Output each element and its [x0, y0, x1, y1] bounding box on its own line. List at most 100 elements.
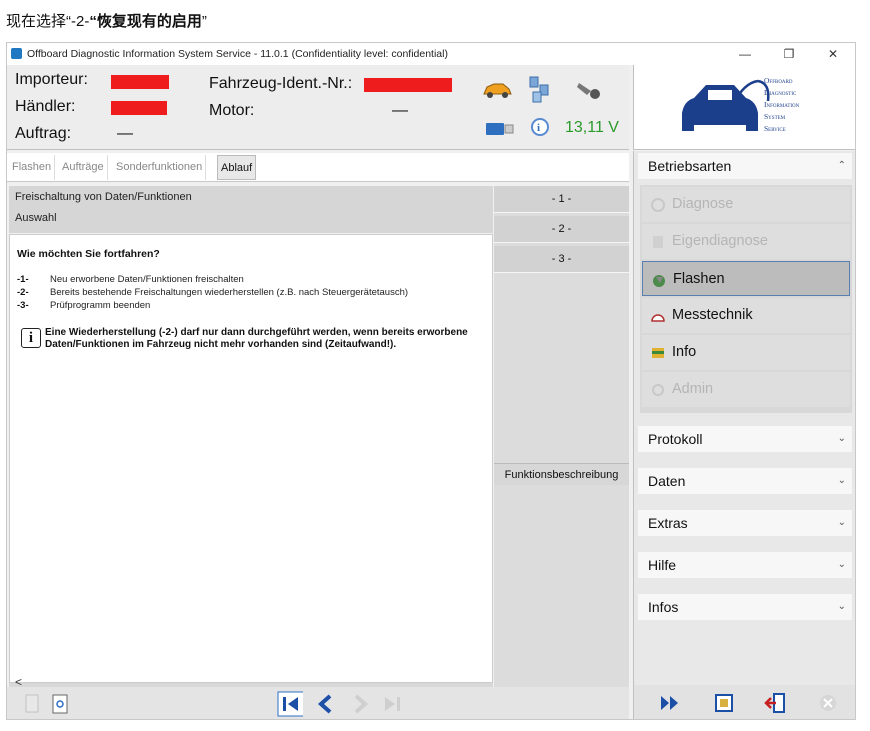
- option-2-number: -2-: [17, 287, 29, 298]
- caption-bold: “恢复现有的启用: [89, 13, 202, 30]
- logo-line-5: Service: [764, 124, 786, 133]
- logo-line-3: Information: [764, 100, 800, 109]
- plug-icon: [577, 83, 600, 99]
- gauge-icon: [651, 314, 665, 322]
- last-step-icon[interactable]: [379, 691, 405, 717]
- vehicle-header: Importeur: Händler: Auftrag: — Fahrzeug-…: [7, 65, 629, 150]
- infos-header[interactable]: Infos ⌄: [638, 594, 852, 620]
- flash-icon: [653, 275, 665, 287]
- mode-diagnose-label: Diagnose: [672, 196, 734, 212]
- fit-screen-icon[interactable]: [712, 691, 736, 715]
- collapse-icon: ⌃: [837, 160, 846, 171]
- option-1-number: -1-: [17, 274, 29, 285]
- betriebsarten-header[interactable]: Betriebsarten ⌃: [638, 153, 852, 179]
- mode-admin[interactable]: Admin: [642, 372, 850, 407]
- maximize-button[interactable]: ❐: [767, 43, 811, 65]
- tab-strip: Flashen Aufträge Sonderfunktionen Ablauf: [7, 153, 629, 182]
- section-subtitle: Auswahl: [15, 212, 57, 224]
- info-signal-icon: i: [531, 118, 549, 136]
- mode-info-label: Info: [672, 344, 697, 360]
- close-button[interactable]: ✕: [811, 43, 855, 65]
- haendler-redacted: [111, 101, 167, 115]
- previous-step-icon[interactable]: [313, 691, 339, 717]
- hilfe-header[interactable]: Hilfe ⌄: [638, 552, 852, 578]
- logo-line-1: Offboard: [764, 76, 793, 85]
- right-panel: Betriebsarten ⌃ Diagnose Eigendiagnose F…: [633, 151, 855, 719]
- expand-icon: ⌄: [837, 559, 846, 570]
- info-book-icon: [652, 348, 664, 358]
- odis-logo: Offboard Diagnostic Information System S…: [633, 65, 855, 150]
- step-1-button[interactable]: - 1 -: [494, 186, 629, 213]
- admin-icon: [652, 384, 664, 396]
- caption-suffix: ”: [201, 13, 207, 30]
- daten-header[interactable]: Daten ⌄: [638, 468, 852, 494]
- section-title: Freischaltung von Daten/Funktionen: [15, 191, 192, 203]
- mode-admin-label: Admin: [672, 381, 714, 397]
- mode-flashen[interactable]: Flashen: [642, 261, 850, 296]
- mode-flashen-label: Flashen: [673, 271, 725, 287]
- caption: 现在选择“-2-“恢复现有的启用”: [6, 10, 207, 31]
- haendler-label: Händler:: [15, 98, 76, 115]
- next-step-icon[interactable]: [347, 691, 373, 717]
- network-icon: [529, 76, 549, 103]
- logo-line-4: System: [764, 112, 786, 121]
- stethoscope-icon: [651, 198, 665, 212]
- logo-line-2: Diagnostic: [764, 88, 797, 97]
- content-pane: Wie möchten Sie fortfahren? -1- Neu erwo…: [9, 234, 493, 683]
- mode-eigendiagnose[interactable]: Eigendiagnose: [642, 224, 850, 259]
- section-header: Freischaltung von Daten/Funktionen Auswa…: [9, 186, 493, 233]
- extras-label: Extras: [648, 515, 688, 531]
- mode-messtechnik-label: Messtechnik: [672, 307, 753, 323]
- minimize-button[interactable]: —: [723, 43, 767, 65]
- fin-redacted: [364, 78, 452, 92]
- mode-info[interactable]: Info: [642, 335, 850, 370]
- question-text: Wie möchten Sie fortfahren?: [17, 248, 160, 260]
- tab-flashen[interactable]: Flashen: [9, 155, 56, 180]
- info-icon: i: [21, 328, 41, 348]
- step-3-button[interactable]: - 3 -: [494, 246, 629, 273]
- exit-icon[interactable]: [764, 691, 788, 715]
- document-icon[interactable]: [19, 691, 45, 717]
- right-toolbar: [634, 685, 855, 719]
- importeur-label: Importeur:: [15, 71, 88, 88]
- mode-messtechnik[interactable]: Messtechnik: [642, 298, 850, 333]
- option-1-text: Neu erworbene Daten/Funktionen freischal…: [50, 274, 244, 285]
- title-bar: Offboard Diagnostic Information System S…: [7, 43, 855, 65]
- extras-header[interactable]: Extras ⌄: [638, 510, 852, 536]
- importeur-redacted: [111, 75, 169, 89]
- usb-icon: [486, 123, 514, 135]
- expand-icon: ⌄: [837, 601, 846, 612]
- step-2-button[interactable]: - 2 -: [494, 216, 629, 243]
- car-icon: [483, 83, 512, 98]
- book-icon: [653, 236, 663, 248]
- tab-ablauf[interactable]: Ablauf: [217, 155, 257, 180]
- note-text: Eine Wiederherstellung (-2-) darf nur da…: [45, 327, 468, 350]
- protokoll-header[interactable]: Protokoll ⌄: [638, 426, 852, 452]
- expand-icon: ⌄: [837, 475, 846, 486]
- app-icon: [11, 48, 22, 59]
- caption-prefix: 现在选择“-2-: [6, 13, 90, 30]
- preview-icon[interactable]: [47, 691, 73, 717]
- auftrag-value: —: [117, 125, 133, 142]
- mode-list: Diagnose Eigendiagnose Flashen Messtechn…: [640, 185, 852, 413]
- step-column: - 1 - - 2 - - 3 -: [494, 186, 629, 719]
- function-description-button[interactable]: Funktionsbeschreibung: [494, 463, 629, 485]
- expand-icon: ⌄: [837, 517, 846, 528]
- bottom-toolbar: [7, 687, 629, 719]
- option-2-text: Bereits bestehende Freischaltungen wiede…: [50, 287, 409, 298]
- motor-value: —: [392, 102, 408, 119]
- tab-auftraege[interactable]: Aufträge: [59, 155, 108, 180]
- betriebsarten-label: Betriebsarten: [648, 158, 732, 174]
- logo-car-icon: [682, 79, 770, 131]
- daten-label: Daten: [648, 473, 686, 489]
- fast-forward-icon[interactable]: [658, 691, 682, 715]
- tab-sonderfunktionen[interactable]: Sonderfunktionen: [113, 155, 207, 180]
- expand-icon: ⌄: [837, 433, 846, 444]
- infos-label: Infos: [648, 599, 679, 615]
- svg-text:i: i: [537, 122, 540, 134]
- mode-diagnose[interactable]: Diagnose: [642, 187, 850, 222]
- cancel-icon[interactable]: [816, 691, 840, 715]
- protokoll-label: Protokoll: [648, 431, 703, 447]
- voltage-readout: 13,11 V: [565, 119, 619, 136]
- first-step-icon[interactable]: [277, 691, 303, 717]
